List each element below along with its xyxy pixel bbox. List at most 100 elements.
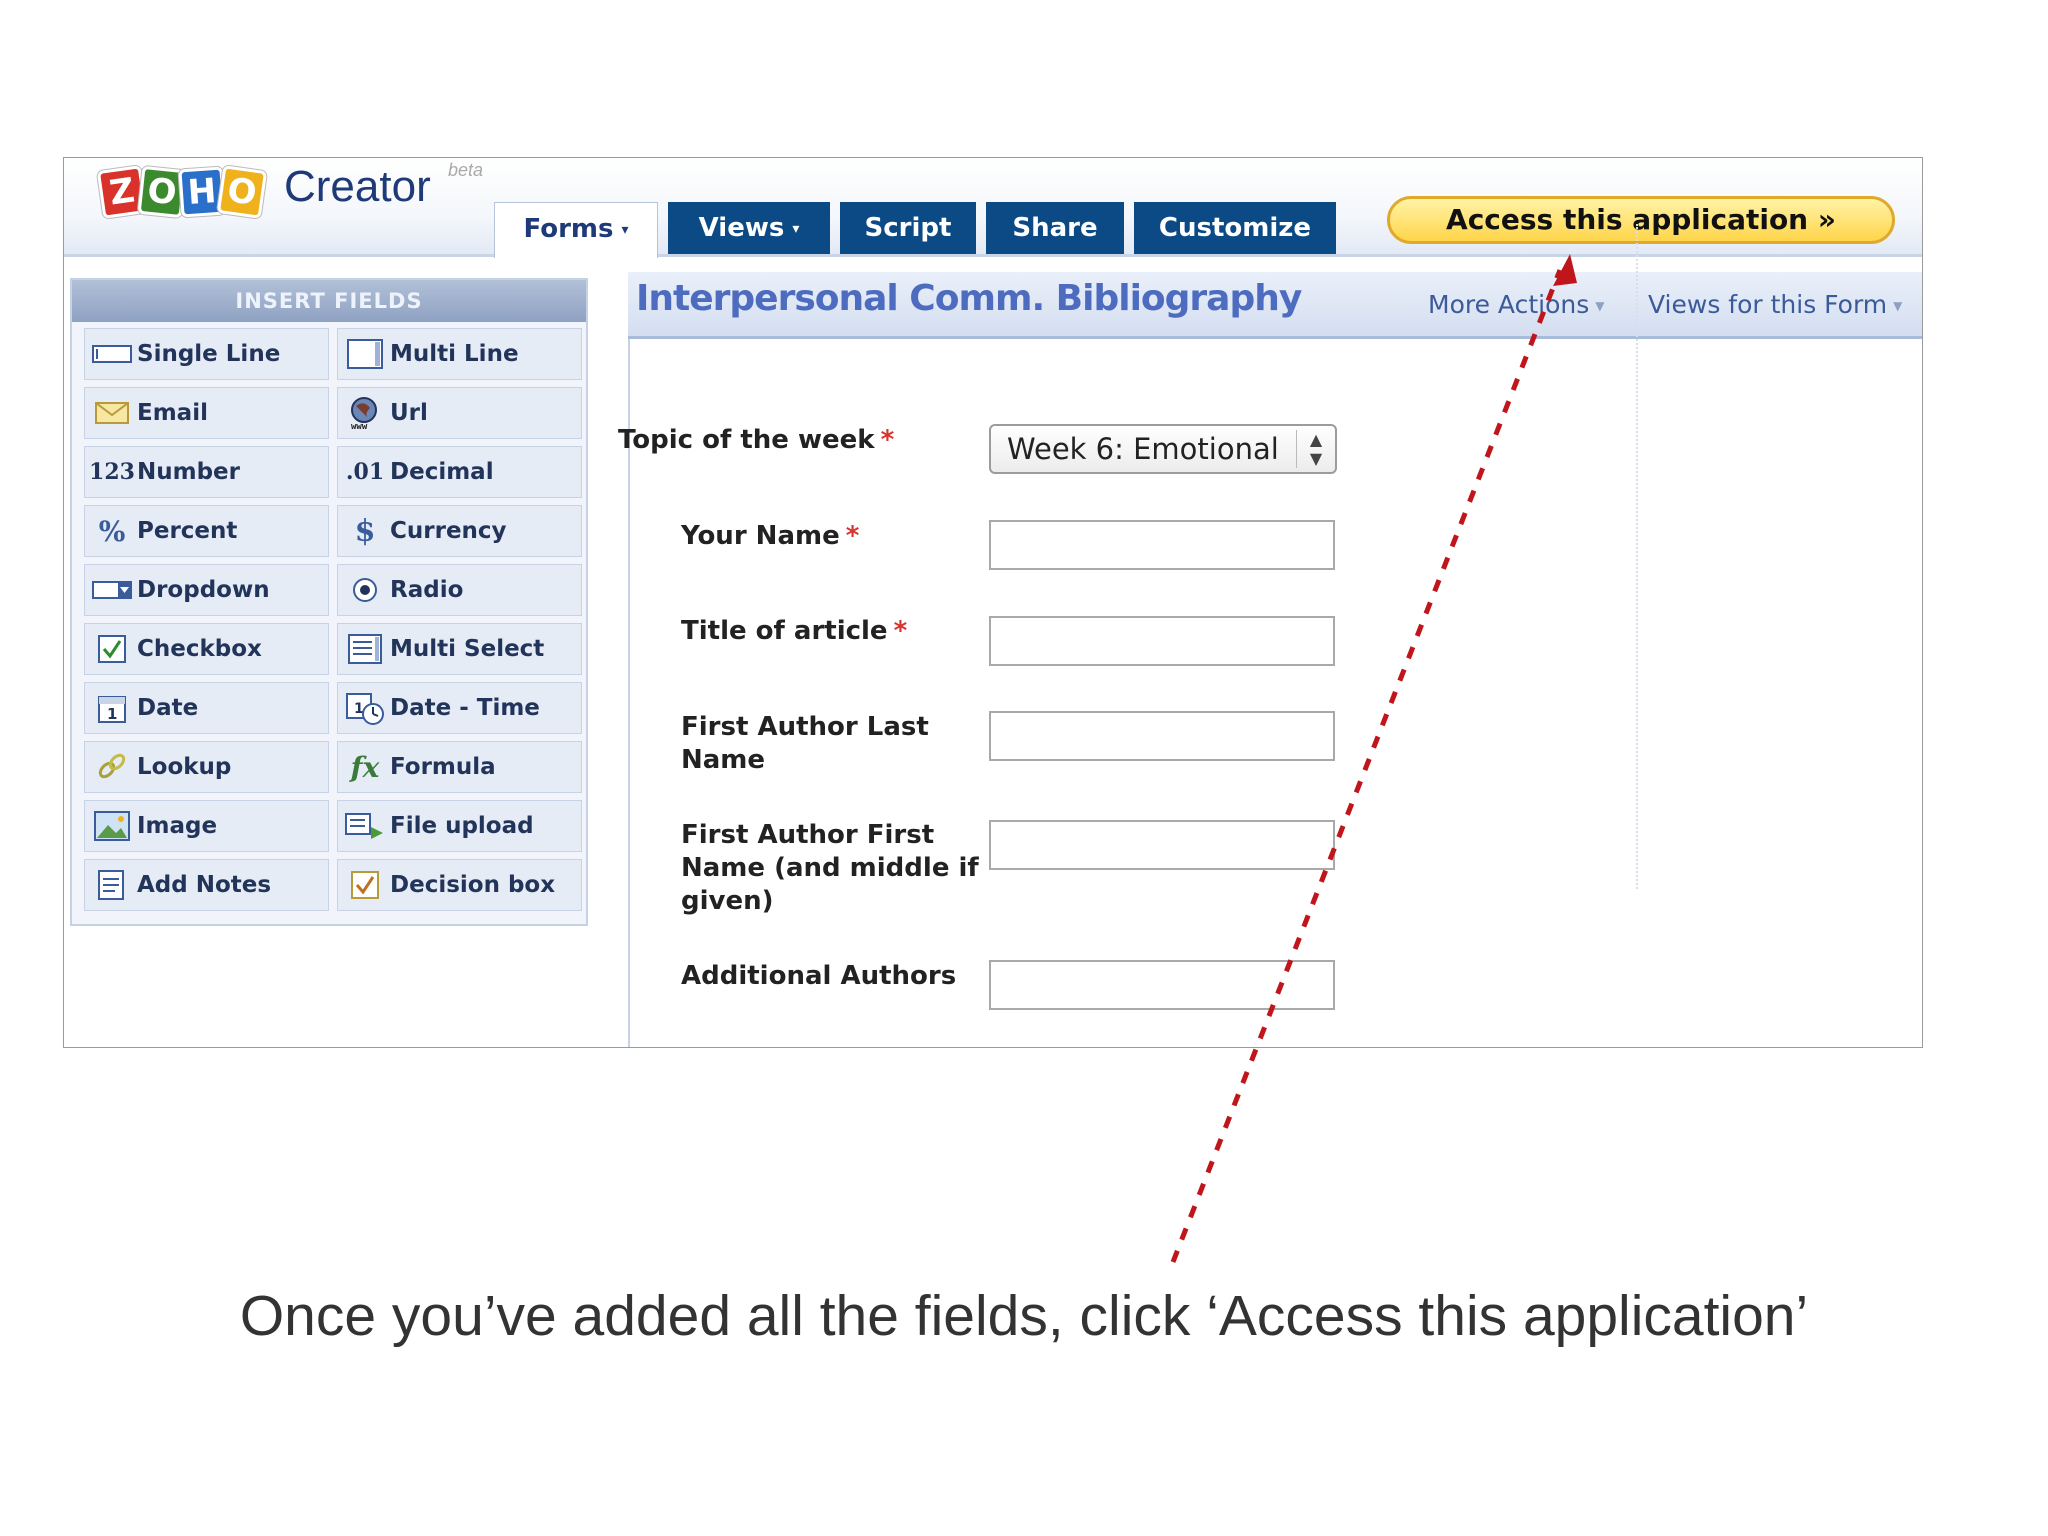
field-date[interactable]: 1 Date	[84, 682, 329, 734]
field-label: Multi Line	[390, 341, 519, 367]
radio-icon	[344, 575, 386, 605]
first-author-first-input[interactable]	[989, 820, 1335, 870]
chevron-down-icon: ▾	[621, 221, 629, 238]
dropdown-icon	[91, 575, 133, 605]
topic-label-text: Topic of the week	[618, 425, 875, 455]
views-for-form-label: Views for this Form	[1648, 290, 1888, 319]
decision-box-icon	[344, 870, 386, 900]
beta-label: beta	[448, 160, 484, 180]
field-label: Currency	[390, 518, 507, 544]
zoho-logo: Z O H O	[96, 164, 268, 220]
field-label: Decision box	[390, 872, 556, 898]
views-for-form-menu[interactable]: Views for this Form ▼	[1648, 290, 1902, 319]
your-name-label: Your Name *	[681, 520, 981, 553]
field-label: Lookup	[137, 754, 232, 780]
field-label: Decimal	[390, 459, 494, 485]
insert-fields-title: INSERT FIELDS	[72, 280, 586, 322]
field-image[interactable]: Image	[84, 800, 329, 852]
first-author-last-label: First Author Last Name	[681, 712, 929, 775]
tab-share[interactable]: Share	[986, 202, 1124, 254]
chevron-down-icon: ▼	[1595, 299, 1605, 313]
access-application-button[interactable]: Access this application »	[1387, 196, 1895, 244]
field-decision-box[interactable]: Decision box	[337, 859, 582, 911]
email-icon	[91, 398, 133, 428]
tab-forms-label: Forms	[523, 214, 614, 244]
field-url[interactable]: www Url	[337, 387, 582, 439]
field-file-upload[interactable]: File upload	[337, 800, 582, 852]
article-title-label: Title of article *	[681, 615, 981, 648]
your-name-input[interactable]	[989, 520, 1335, 570]
additional-authors-input[interactable]	[989, 960, 1335, 1010]
image-icon	[91, 811, 133, 841]
file-upload-icon	[344, 811, 386, 841]
field-number[interactable]: 123 Number	[84, 446, 329, 498]
field-label: Url	[390, 400, 428, 426]
topic-select-value: Week 6: Emotional	[1007, 432, 1279, 466]
product-name: Creator	[284, 162, 431, 211]
topic-select[interactable]: Week 6: Emotional ▲ ▼	[989, 424, 1337, 474]
required-marker: *	[845, 521, 860, 551]
calendar-clock-icon: 1	[344, 693, 386, 725]
field-formula[interactable]: fx Formula	[337, 741, 582, 793]
required-marker: *	[880, 425, 895, 455]
chevron-down-icon: ▼	[1893, 299, 1903, 313]
multi-select-icon	[344, 634, 386, 664]
decimal-icon: .01	[345, 459, 385, 485]
field-label: Percent	[137, 518, 238, 544]
article-title-input[interactable]	[989, 616, 1335, 666]
formula-icon: fx	[350, 750, 380, 784]
field-label: Email	[137, 400, 208, 426]
number-icon: 123	[89, 459, 135, 485]
insert-fields-panel: INSERT FIELDS Single Line Multi Line Email…	[70, 278, 588, 926]
additional-authors-label: Additional Authors	[681, 961, 957, 991]
tab-script[interactable]: Script	[840, 202, 976, 254]
form-title: Interpersonal Comm. Bibliography	[636, 278, 1302, 319]
field-date-time[interactable]: 1 Date - Time	[337, 682, 582, 734]
instruction-caption: Once you’ve added all the fields, click …	[239, 1284, 1809, 1348]
tab-forms[interactable]: Forms ▾	[494, 202, 658, 258]
tab-views-label: Views	[698, 213, 785, 243]
topic-label: Topic of the week *	[618, 424, 918, 457]
tab-views[interactable]: Views ▾	[668, 202, 830, 254]
field-email[interactable]: Email	[84, 387, 329, 439]
notes-icon	[91, 870, 133, 900]
field-radio[interactable]: Radio	[337, 564, 582, 616]
chevron-down-icon: ▾	[792, 220, 800, 237]
field-label: Single Line	[137, 341, 281, 367]
first-author-last-input[interactable]	[989, 711, 1335, 761]
field-label: Date	[137, 695, 199, 721]
field-decimal[interactable]: .01 Decimal	[337, 446, 582, 498]
field-lookup[interactable]: Lookup	[84, 741, 329, 793]
field-currency[interactable]: $ Currency	[337, 505, 582, 557]
percent-icon: %	[98, 514, 126, 548]
form-divider	[1636, 224, 1638, 889]
select-arrows-icon: ▲ ▼	[1296, 430, 1335, 468]
field-label: Image	[137, 813, 218, 839]
field-label: Add Notes	[137, 872, 272, 898]
field-percent[interactable]: % Percent	[84, 505, 329, 557]
first-author-first-label: First Author First Name (and middle if g…	[681, 820, 979, 916]
field-label: File upload	[390, 813, 534, 839]
your-name-label-text: Your Name	[681, 521, 840, 551]
multi-line-icon	[344, 339, 386, 369]
tab-customize[interactable]: Customize	[1134, 202, 1336, 254]
app-header: Z O H O Creator beta Forms ▾ Views ▾ Scrip…	[64, 158, 1922, 258]
app-window: Z O H O Creator beta Forms ▾ Views ▾ Scrip…	[63, 157, 1923, 1048]
more-actions-menu[interactable]: More Actions ▼	[1428, 290, 1604, 319]
svg-text:1: 1	[107, 705, 117, 723]
field-multi-select[interactable]: Multi Select	[337, 623, 582, 675]
field-single-line[interactable]: Single Line	[84, 328, 329, 380]
field-add-notes[interactable]: Add Notes	[84, 859, 329, 911]
field-dropdown[interactable]: Dropdown	[84, 564, 329, 616]
field-label: Formula	[390, 754, 496, 780]
svg-text:www: www	[351, 422, 368, 430]
single-line-icon	[91, 339, 133, 369]
checkbox-icon	[91, 634, 133, 664]
field-multi-line[interactable]: Multi Line	[337, 328, 582, 380]
field-label: Dropdown	[137, 577, 270, 603]
form-header: Interpersonal Comm. Bibliography More Ac…	[628, 272, 1922, 339]
logo-letter: O	[216, 165, 268, 219]
calendar-icon: 1	[91, 693, 133, 723]
article-title-label-text: Title of article	[681, 616, 888, 646]
field-checkbox[interactable]: Checkbox	[84, 623, 329, 675]
